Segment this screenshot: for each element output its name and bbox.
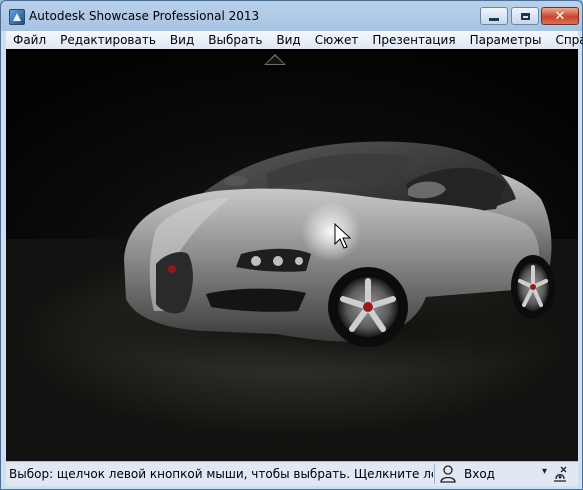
status-divider	[434, 464, 435, 484]
close-icon: ✕	[554, 8, 566, 24]
3d-viewport[interactable]	[6, 49, 578, 461]
app-logo-icon[interactable]	[9, 9, 25, 25]
menu-file[interactable]: Файл	[6, 31, 53, 49]
minimize-button[interactable]	[480, 7, 508, 25]
menu-settings[interactable]: Параметры	[463, 31, 549, 49]
status-bar: Выбор: щелчок левой кнопкой мыши, чтобы …	[6, 461, 578, 486]
close-button[interactable]: ✕	[541, 7, 579, 25]
menu-select[interactable]: Выбрать	[201, 31, 269, 49]
connection-icon[interactable]	[552, 465, 568, 483]
menu-view-2[interactable]: Вид	[269, 31, 307, 49]
menu-bar: Файл Редактировать Вид Выбрать Вид Сюжет…	[6, 31, 583, 49]
menu-view[interactable]: Вид	[163, 31, 201, 49]
menu-presentation[interactable]: Презентация	[365, 31, 462, 49]
menu-scene[interactable]: Сюжет	[308, 31, 366, 49]
maximize-icon	[520, 12, 530, 20]
user-icon[interactable]	[440, 465, 456, 483]
maximize-button[interactable]	[511, 7, 539, 25]
status-message: Выбор: щелчок левой кнопкой мыши, чтобы …	[9, 467, 433, 481]
minimize-icon	[489, 17, 499, 21]
window-title: Autodesk Showcase Professional 2013	[29, 9, 260, 23]
menu-help[interactable]: Справка	[548, 31, 583, 49]
menu-edit[interactable]: Редактировать	[53, 31, 163, 49]
car-render[interactable]	[6, 49, 578, 461]
chevron-down-icon[interactable]: ▾	[542, 466, 547, 477]
login-label[interactable]: Вход	[464, 467, 495, 481]
title-bar[interactable]: Autodesk Showcase Professional 2013 ✕	[1, 1, 582, 31]
application-window: Autodesk Showcase Professional 2013 ✕ Фа…	[0, 0, 583, 490]
